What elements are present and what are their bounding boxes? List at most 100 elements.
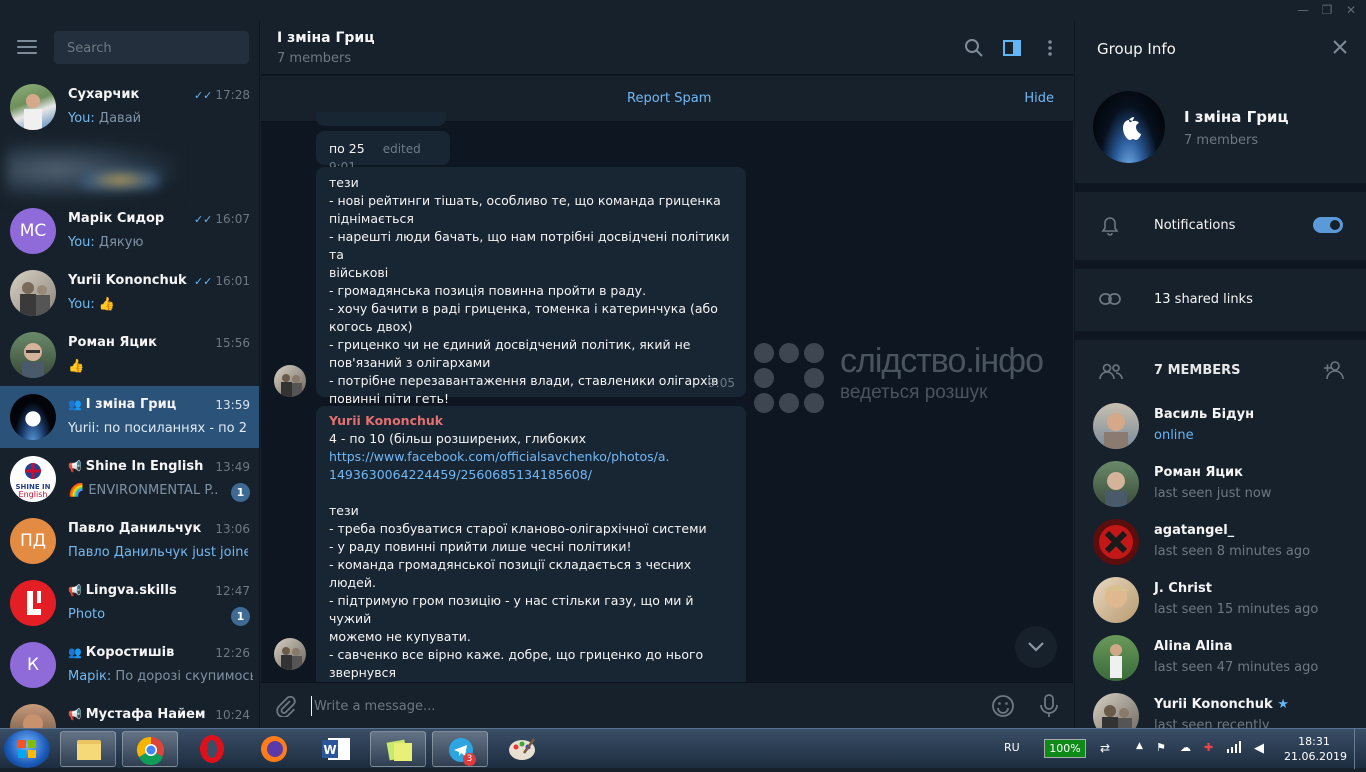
chat-name: Марік Сидор xyxy=(68,211,165,226)
member-item[interactable]: Yurii Kononchuk ★ last seen recently xyxy=(1075,688,1366,728)
chat-item-lingva-skills[interactable]: 📢 Lingva.skills 12:47 Photo 1 xyxy=(0,572,259,634)
avatar xyxy=(10,270,56,316)
message-line: тези xyxy=(329,503,359,518)
message-bubble: тези - нові рейтинги тішать, особливо те,… xyxy=(316,167,746,406)
add-member-icon[interactable] xyxy=(1322,360,1346,384)
chat-last-message: 👍 xyxy=(68,359,85,374)
chat-last-message: You: Дякую xyxy=(68,235,144,250)
signal-bars-icon[interactable] xyxy=(1226,741,1242,756)
close-icon[interactable] xyxy=(1332,39,1348,59)
paperclip-icon[interactable] xyxy=(274,695,296,721)
chat-title[interactable]: І зміна Гриц xyxy=(277,30,375,46)
member-status: last seen just now xyxy=(1154,486,1272,501)
taskbar-sticky-notes[interactable] xyxy=(370,731,426,767)
show-desktop-button[interactable] xyxy=(1354,729,1366,769)
chat-item-blurred[interactable] xyxy=(0,138,259,200)
member-status: last seen 8 minutes ago xyxy=(1154,544,1311,559)
start-button[interactable] xyxy=(4,730,50,768)
chat-item-suharchyk[interactable]: Сухарчик ✓✓ 17:28 You: Давай xyxy=(0,76,259,138)
message-link[interactable]: 1493630064224459/2560685134185608/ xyxy=(329,466,733,484)
message-line: - підтримую гром позицію - у нас стільки… xyxy=(329,593,694,626)
taskbar-opera[interactable] xyxy=(184,731,240,767)
chat-name: Павло Данильчук xyxy=(68,521,202,536)
unread-badge: 1 xyxy=(231,483,250,502)
chevron-down-icon xyxy=(1028,642,1044,652)
emoji-icon[interactable] xyxy=(991,694,1015,722)
message-link[interactable]: https://www.facebook.com/officialsavchen… xyxy=(329,448,733,466)
member-item[interactable]: Василь Бідун online xyxy=(1075,398,1366,456)
group-avatar[interactable] xyxy=(1093,91,1165,163)
svg-text:W: W xyxy=(323,743,336,757)
chat-item-roman-yatsyk[interactable]: Роман Яцик 15:56 👍 xyxy=(0,324,259,386)
member-name: agatangel_ xyxy=(1154,523,1235,538)
maximize-button[interactable]: ❐ xyxy=(1320,3,1334,17)
minimize-button[interactable]: — xyxy=(1296,3,1310,17)
report-spam-button[interactable]: Report Spam xyxy=(627,91,711,106)
search-input[interactable]: Search xyxy=(54,31,249,64)
sender-avatar[interactable] xyxy=(274,365,306,397)
member-name: Василь Бідун xyxy=(1154,407,1255,422)
language-indicator[interactable]: RU xyxy=(1004,741,1020,754)
member-item[interactable]: J. Christ last seen 15 minutes ago xyxy=(1075,572,1366,630)
chat-item-korostyshiv[interactable]: К 👥 Коростишів 12:26 Марік: По дорозі ску… xyxy=(0,634,259,696)
notifications-toggle[interactable] xyxy=(1313,217,1343,233)
clock[interactable]: 18:31 21.06.2019 xyxy=(1284,734,1347,764)
chrome-icon xyxy=(136,736,164,765)
chat-item-marik-sydor[interactable]: MC Марік Сидор ✓✓ 16:07 You: Дякую xyxy=(0,200,259,262)
taskbar-firefox[interactable] xyxy=(246,731,302,767)
bell-icon xyxy=(1101,216,1119,240)
chat-time: 10:24 xyxy=(215,708,250,722)
message-author[interactable]: Yurii Kononchuk xyxy=(329,412,733,430)
flag-icon[interactable]: ⚑ xyxy=(1156,741,1166,754)
double-check-icon: ✓✓ xyxy=(193,275,213,288)
scroll-down-button[interactable] xyxy=(1015,626,1057,668)
paint-palette-icon xyxy=(509,738,536,760)
sender-avatar[interactable] xyxy=(274,638,306,670)
chat-item-mustafa-naiem[interactable]: 📢 Мустафа Найем 10:24 xyxy=(0,696,259,728)
microphone-icon[interactable] xyxy=(1039,694,1059,722)
apple-logo-icon: ● xyxy=(24,405,42,429)
message-bubble: Yurii Kononchuk 4 - по 10 (більш розшире… xyxy=(316,406,746,716)
member-item[interactable]: Alina Alina last seen 47 minutes ago xyxy=(1075,630,1366,688)
notifications-row[interactable]: Notifications xyxy=(1075,192,1366,260)
message-line: - гриценко чи не єдиний досвідчений полі… xyxy=(329,337,691,352)
message-bubble-partial xyxy=(316,112,446,126)
message-line: - у раду повинні прийти лише чесні політ… xyxy=(329,539,632,554)
message-input[interactable] xyxy=(311,696,971,716)
volume-icon[interactable]: ◀ xyxy=(1254,741,1264,756)
sidebar-toggle-icon[interactable] xyxy=(1002,38,1022,58)
taskbar-file-explorer[interactable] xyxy=(60,731,116,767)
message-line: військові xyxy=(329,265,389,280)
chat-item-pavlo-danylchuk[interactable]: ПД Павло Данильчук 13:06 Павло Данильчук… xyxy=(0,510,259,572)
chat-name: 📢 Lingva.skills xyxy=(68,583,177,598)
chat-item-shine-in-english[interactable]: SHINE IN English 📢 Shine In English 13:49 … xyxy=(0,448,259,510)
close-window-button[interactable]: ✕ xyxy=(1344,3,1358,17)
more-options-icon[interactable] xyxy=(1040,38,1060,58)
telegram-unread-badge: 3 xyxy=(463,753,476,766)
taskbar-chrome[interactable] xyxy=(122,731,178,767)
double-check-icon: ✓✓ xyxy=(193,213,213,226)
member-item[interactable]: Роман Яцик last seen just now xyxy=(1075,456,1366,514)
search-icon[interactable] xyxy=(964,38,984,58)
chat-member-count: 7 members xyxy=(277,51,352,66)
chat-item-yurii-kononchuk[interactable]: Yurii Kononchuk ✓✓ 16:01 You: 👍 xyxy=(0,262,259,324)
chat-name: Роман Яцик xyxy=(68,335,157,350)
opera-icon xyxy=(200,735,224,763)
message-composer xyxy=(261,682,1073,728)
taskbar-telegram[interactable]: 3 xyxy=(432,731,488,767)
cloud-icon[interactable]: ☁ xyxy=(1180,741,1191,754)
sync-icon[interactable]: ⇄ xyxy=(1100,741,1110,755)
alert-icon[interactable]: ✚ xyxy=(1204,741,1213,754)
shared-links-row[interactable]: 13 shared links xyxy=(1075,269,1366,331)
member-status: last seen 47 minutes ago xyxy=(1154,660,1319,675)
taskbar-word[interactable]: W xyxy=(308,731,364,767)
show-hidden-icons-arrow[interactable]: ▲ xyxy=(1136,741,1143,751)
chat-item-i-zmina-hryts[interactable]: ● 👥 І зміна Гриц 13:59 Yurii: по посиланн… xyxy=(0,386,259,448)
taskbar-paint[interactable] xyxy=(494,731,550,767)
member-item[interactable]: agatangel_ last seen 8 minutes ago xyxy=(1075,514,1366,572)
chat-time: 12:47 xyxy=(215,584,250,598)
battery-indicator[interactable]: 100% xyxy=(1044,739,1086,758)
hide-button[interactable]: Hide xyxy=(1024,91,1054,106)
hamburger-menu-icon[interactable] xyxy=(17,40,37,54)
members-count-label: 7 MEMBERS xyxy=(1154,363,1241,378)
